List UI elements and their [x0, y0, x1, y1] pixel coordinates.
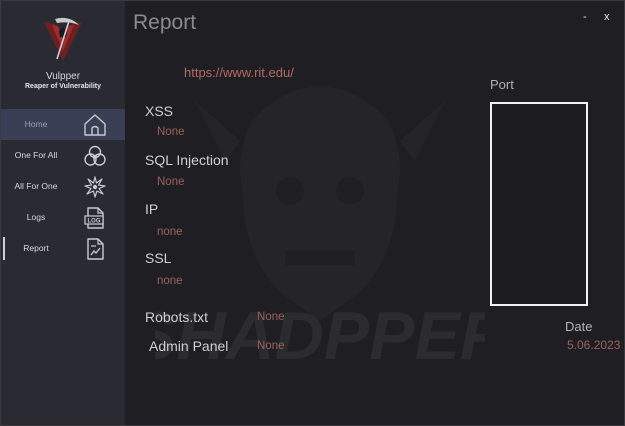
app-window: Vulpper Reaper of Vulnerability Home One…	[0, 0, 625, 426]
chart-document-icon	[87, 238, 104, 260]
robots-txt-value: None	[257, 311, 285, 323]
sidebar-item-one-for-all[interactable]: One For All	[1, 140, 125, 171]
app-tagline: Reaper of Vulnerability	[25, 83, 101, 90]
sidebar-item-report[interactable]: Report	[1, 233, 125, 264]
minimize-button[interactable]: -	[583, 11, 587, 23]
svg-text:LOG: LOG	[88, 219, 101, 225]
sidebar-item-label: Logs	[26, 212, 46, 222]
date-label: Date	[565, 319, 593, 334]
sidebar-item-logs[interactable]: Logs LOG	[1, 202, 125, 233]
port-label: Port	[490, 77, 514, 92]
reaper-logo	[44, 17, 82, 61]
sidebar-item-home[interactable]: Home	[1, 109, 125, 140]
sidebar-item-label: One For All	[14, 150, 58, 160]
port-list-box[interactable]	[490, 102, 588, 306]
splat-icon	[84, 176, 106, 198]
sidebar-item-label: Report	[23, 243, 49, 253]
ssl-value: none	[157, 275, 183, 287]
report-panel: SHADPPER Report - x https://www.rit.edu/…	[125, 1, 624, 425]
sidebar: Vulpper Reaper of Vulnerability Home One…	[1, 1, 125, 425]
sql-injection-label: SQL Injection	[145, 152, 229, 168]
sidebar-item-label: Home	[24, 119, 48, 129]
admin-panel-label: Admin Panel	[149, 338, 229, 354]
admin-panel-value: None	[257, 340, 285, 352]
close-button[interactable]: x	[604, 11, 610, 23]
sidebar-item-all-for-one[interactable]: All For One	[1, 171, 125, 202]
biohazard-icon	[84, 145, 106, 166]
ssl-label: SSL	[145, 250, 172, 266]
app-name: Vulpper	[45, 71, 81, 82]
ip-value: none	[157, 226, 183, 238]
log-file-icon: LOG	[84, 207, 104, 229]
xss-value: None	[157, 126, 185, 138]
target-url: https://www.rit.edu/	[184, 65, 294, 80]
ip-label: IP	[145, 201, 159, 217]
sidebar-item-label: All For One	[14, 181, 58, 191]
page-title: Report	[133, 11, 197, 34]
sql-injection-value: None	[157, 176, 185, 188]
oni-mask-watermark: SHADPPER	[155, 86, 485, 374]
home-icon	[84, 114, 106, 136]
date-value: 5.06.2023	[567, 338, 621, 352]
robots-txt-label: Robots.txt	[145, 309, 209, 325]
xss-label: XSS	[145, 103, 174, 119]
